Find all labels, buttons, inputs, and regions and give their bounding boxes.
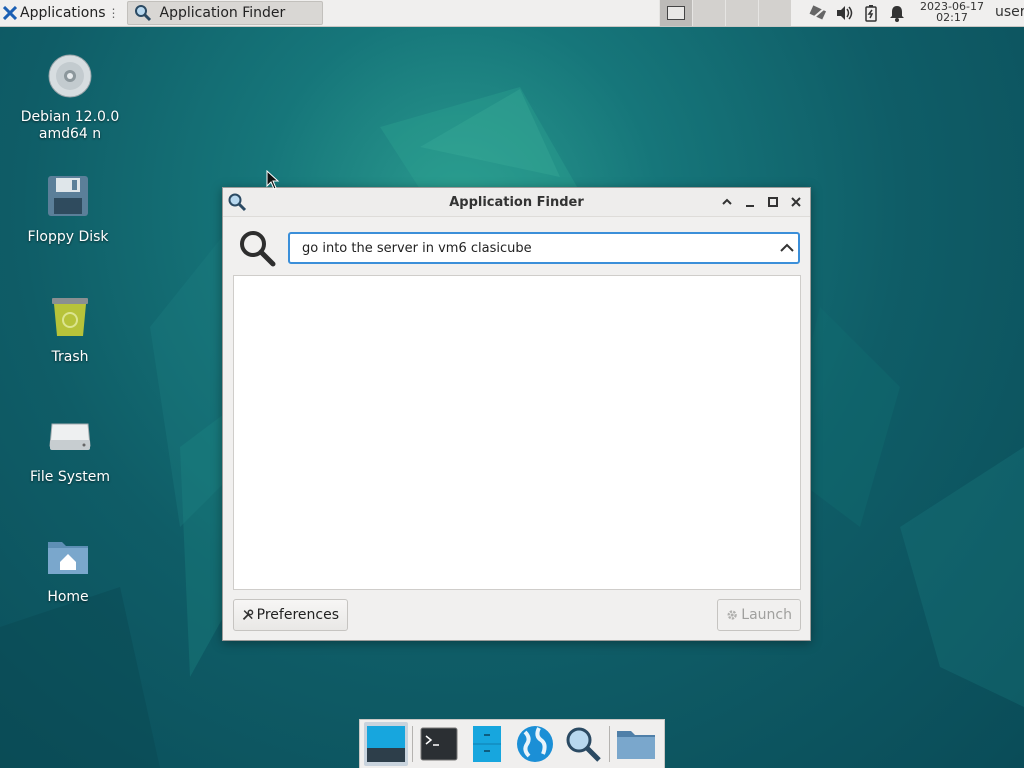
search-row [233, 226, 801, 268]
desktop-icon-label: Home [47, 589, 89, 605]
tools-icon [242, 609, 254, 621]
trash-icon [52, 298, 88, 336]
folder-icon [617, 731, 655, 759]
workspace-3[interactable] [725, 0, 758, 26]
dock-web-browser[interactable] [513, 722, 557, 766]
dock-folder[interactable] [614, 722, 658, 766]
dock-show-desktop[interactable] [364, 722, 408, 766]
network-icon[interactable] [809, 3, 829, 23]
terminal-icon [420, 727, 458, 761]
top-panel: Applications ⋮ Application Finder 2023-0… [0, 0, 1024, 27]
battery-icon[interactable] [861, 3, 881, 23]
desktop-icon-label: File System [29, 469, 111, 485]
xfce-logo-icon [3, 6, 17, 20]
taskbar-item-application-finder[interactable]: Application Finder [126, 1, 323, 25]
desktop-icon-trash[interactable]: Trash [20, 292, 120, 366]
system-tray [806, 0, 910, 26]
maximize-button[interactable] [765, 194, 781, 210]
workspace-2[interactable] [692, 0, 725, 26]
window-controls [712, 194, 804, 210]
window-titlebar[interactable]: Application Finder [223, 188, 810, 217]
home-folder-icon [48, 542, 88, 574]
workspace-4[interactable] [758, 0, 791, 26]
globe-icon [517, 726, 553, 762]
launch-label: Launch [741, 607, 792, 623]
preferences-label: Preferences [256, 607, 339, 623]
bottom-dock [359, 719, 665, 768]
dock-separator [609, 726, 610, 762]
maximize-icon [768, 197, 778, 207]
minimize-icon [746, 205, 754, 207]
window-preview [667, 6, 685, 20]
panel-separator: ⋮ [107, 6, 120, 20]
close-button[interactable] [788, 194, 804, 210]
panel-clock[interactable]: 2023-06-17 02:17 [916, 1, 988, 23]
desktop-icon-file-system[interactable]: File System [20, 412, 120, 486]
notification-bell-icon[interactable] [887, 3, 907, 23]
magnifier-icon [240, 231, 276, 267]
hard-drive-icon [49, 423, 91, 450]
dock-terminal[interactable] [417, 722, 461, 766]
cd-disc-icon [48, 54, 92, 98]
mouse-cursor-icon [266, 170, 280, 190]
applications-label: Applications [20, 5, 106, 21]
dock-separator [412, 726, 413, 762]
desktop-icon-home[interactable]: Home [18, 532, 118, 606]
search-input[interactable] [288, 232, 800, 264]
search-icon [134, 5, 151, 22]
drawer-icon [473, 726, 501, 762]
user-menu[interactable]: user [995, 4, 1024, 20]
floppy-disk-icon [48, 176, 88, 216]
shade-button[interactable] [719, 194, 735, 210]
applications-menu[interactable]: Applications ⋮ [0, 0, 124, 26]
dock-app-finder[interactable] [561, 722, 605, 766]
workspace-switcher [659, 0, 791, 26]
desktop-icon [367, 726, 405, 762]
close-icon [791, 197, 801, 207]
desktop-icon-debian-disc[interactable]: Debian 12.0.0 amd64 n [20, 52, 120, 143]
desktop-icon-label: Floppy Disk [27, 229, 109, 245]
preferences-button[interactable]: Preferences [233, 599, 348, 631]
taskbar-item-label: Application Finder [159, 5, 286, 21]
search-icon [566, 727, 601, 762]
clock-time: 02:17 [936, 11, 968, 24]
desktop-icon-label: Debian 12.0.0 amd64 n [20, 109, 120, 142]
chevron-up-icon[interactable] [779, 240, 795, 256]
launch-button[interactable]: Launch [717, 599, 801, 631]
volume-icon[interactable] [835, 3, 855, 23]
results-list[interactable] [233, 275, 801, 590]
desktop-icon-floppy[interactable]: Floppy Disk [18, 172, 118, 246]
dock-file-manager-drawer[interactable] [465, 722, 509, 766]
workspace-1[interactable] [659, 0, 692, 26]
chevron-up-icon [722, 198, 732, 205]
minimize-button[interactable] [742, 194, 758, 210]
desktop-icon-label: Trash [51, 349, 89, 365]
search-icon [228, 193, 247, 212]
application-finder-window: Application Finder go into the server in… [222, 187, 811, 641]
gear-icon [727, 610, 737, 620]
